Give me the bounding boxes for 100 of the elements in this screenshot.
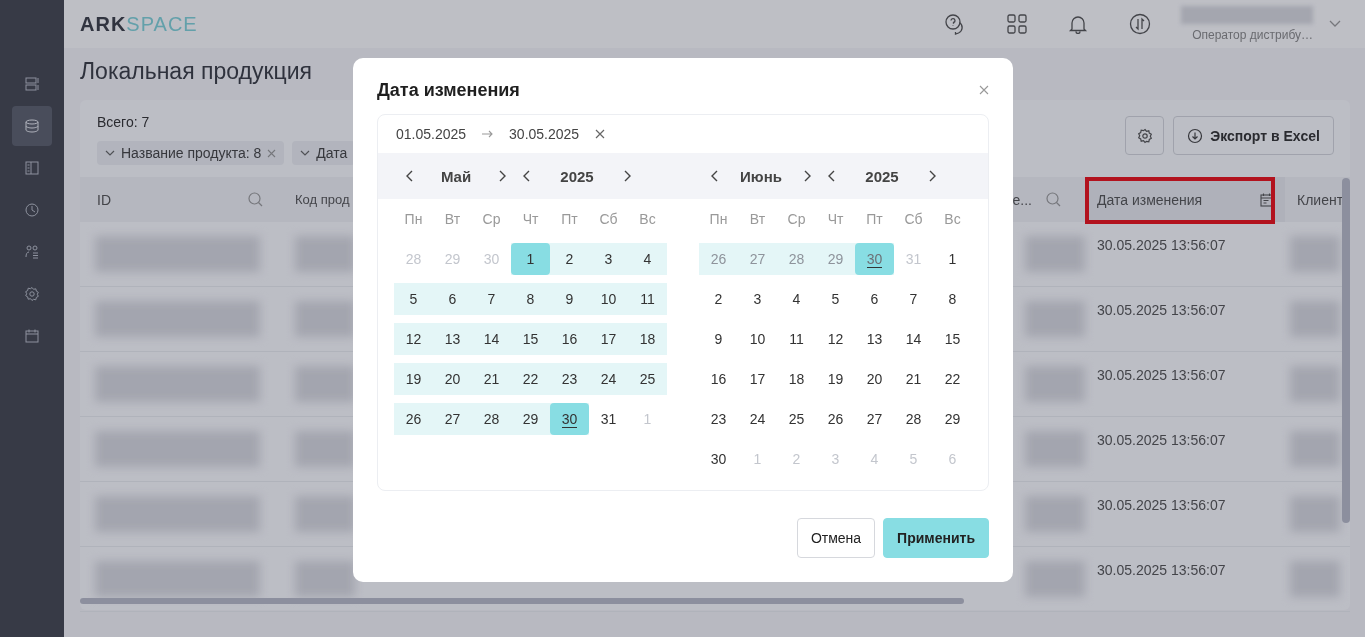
export-button[interactable]: Экспорт в Excel <box>1173 116 1334 155</box>
chevron-right-icon[interactable] <box>803 170 811 182</box>
chevron-left-icon[interactable] <box>406 170 414 182</box>
search-icon[interactable] <box>248 192 263 207</box>
sidebar-item[interactable] <box>12 106 52 146</box>
calendar-day[interactable]: 24 <box>589 363 628 395</box>
calendar-day[interactable]: 19 <box>816 363 855 395</box>
month-label[interactable]: Май <box>426 167 486 185</box>
calendar-day[interactable]: 5 <box>394 283 433 315</box>
horizontal-scrollbar[interactable] <box>80 598 964 604</box>
calendar-day[interactable]: 8 <box>933 283 972 315</box>
calendar-day[interactable]: 16 <box>550 323 589 355</box>
start-date-field[interactable]: 01.05.2025 <box>396 126 467 142</box>
calendar-icon[interactable] <box>1260 192 1273 207</box>
weekday-label: Пн <box>403 211 424 227</box>
calendar-day[interactable]: 19 <box>394 363 433 395</box>
calendar-day[interactable]: 25 <box>777 403 816 435</box>
year-label[interactable]: 2025 <box>852 167 912 185</box>
calendar-day[interactable]: 9 <box>699 323 738 355</box>
close-icon[interactable] <box>979 85 989 95</box>
swap-icon[interactable] <box>1129 13 1151 35</box>
filter-chip[interactable]: Название продукта: 8 <box>97 141 285 165</box>
calendar-day[interactable]: 12 <box>816 323 855 355</box>
calendar-day[interactable]: 28 <box>894 403 933 435</box>
calendar-day[interactable]: 6 <box>855 283 894 315</box>
calendar-day[interactable]: 27 <box>433 403 472 435</box>
chevron-left-icon[interactable] <box>828 170 836 182</box>
calendar-day[interactable]: 16 <box>699 363 738 395</box>
calendar-day[interactable]: 9 <box>550 283 589 315</box>
calendar-day[interactable]: 28 <box>472 403 511 435</box>
settings-button[interactable] <box>1125 116 1165 155</box>
calendar-day[interactable]: 18 <box>628 323 667 355</box>
calendar-day[interactable]: 22 <box>511 363 550 395</box>
chevron-right-icon[interactable] <box>928 170 936 182</box>
filter-chip[interactable]: Дата <box>292 141 356 165</box>
calendar-day[interactable]: 10 <box>589 283 628 315</box>
calendar-day[interactable]: 3 <box>738 283 777 315</box>
end-date-field[interactable]: 30.05.2025 <box>509 126 580 142</box>
calendar-day[interactable]: 17 <box>738 363 777 395</box>
calendar-day[interactable]: 11 <box>777 323 816 355</box>
calendar-day[interactable]: 2 <box>699 283 738 315</box>
calendar-day[interactable]: 27 <box>855 403 894 435</box>
chevron-left-icon[interactable] <box>711 170 719 182</box>
chevron-left-icon[interactable] <box>523 170 531 182</box>
calendar-day[interactable]: 21 <box>472 363 511 395</box>
calendar-day[interactable]: 7 <box>894 283 933 315</box>
calendar-day[interactable]: 15 <box>933 323 972 355</box>
calendar-day[interactable]: 10 <box>738 323 777 355</box>
calendar-day[interactable]: 18 <box>777 363 816 395</box>
calendar-day[interactable]: 12 <box>394 323 433 355</box>
calendar-day[interactable]: 11 <box>628 283 667 315</box>
calendar-day[interactable]: 31 <box>589 403 628 435</box>
calendar-day[interactable]: 13 <box>855 323 894 355</box>
calendar-day[interactable]: 24 <box>738 403 777 435</box>
calendar-day[interactable]: 20 <box>433 363 472 395</box>
calendar-day[interactable]: 23 <box>699 403 738 435</box>
calendar-day[interactable]: 15 <box>511 323 550 355</box>
calendar-day[interactable]: 23 <box>550 363 589 395</box>
calendar-day[interactable]: 4 <box>777 283 816 315</box>
calendar-day[interactable]: 3 <box>589 243 628 275</box>
calendar-day[interactable]: 30 <box>699 443 738 475</box>
calendar-day[interactable]: 6 <box>433 283 472 315</box>
bell-icon[interactable] <box>1068 14 1088 34</box>
chevron-right-icon[interactable] <box>623 170 631 182</box>
chevron-down-icon[interactable] <box>1329 20 1341 28</box>
help-chat-icon[interactable] <box>944 13 966 35</box>
gear-icon <box>24 286 40 302</box>
calendar-day[interactable]: 5 <box>816 283 855 315</box>
search-icon[interactable] <box>1046 192 1061 207</box>
year-label[interactable]: 2025 <box>547 167 607 185</box>
calendar-day[interactable]: 14 <box>472 323 511 355</box>
calendar-day[interactable]: 20 <box>855 363 894 395</box>
apps-icon[interactable] <box>1007 14 1027 34</box>
calendar-day[interactable]: 29 <box>933 403 972 435</box>
calendar-day[interactable]: 8 <box>511 283 550 315</box>
calendar-day[interactable]: 17 <box>589 323 628 355</box>
calendar-day[interactable]: 21 <box>894 363 933 395</box>
apply-button[interactable]: Применить <box>883 518 989 558</box>
calendar-day[interactable]: 25 <box>628 363 667 395</box>
chevron-right-icon[interactable] <box>498 170 506 182</box>
month-label[interactable]: Июнь <box>731 167 791 185</box>
calendar-day[interactable]: 26 <box>816 403 855 435</box>
calendar-day[interactable]: 22 <box>933 363 972 395</box>
calendar-day[interactable]: 13 <box>433 323 472 355</box>
calendar-day[interactable]: 2 <box>550 243 589 275</box>
weekday-label: Ср <box>786 211 807 227</box>
column-header: Дата изменения <box>1097 191 1203 208</box>
calendar-day[interactable]: 7 <box>472 283 511 315</box>
calendar-day[interactable]: 29 <box>511 403 550 435</box>
calendar-day[interactable]: 14 <box>894 323 933 355</box>
close-icon[interactable] <box>267 148 277 158</box>
clear-icon[interactable] <box>595 129 606 139</box>
calendar-day[interactable]: 4 <box>628 243 667 275</box>
blurred-text <box>295 496 355 532</box>
calendar-day[interactable]: 30 <box>550 403 589 435</box>
vertical-scrollbar[interactable] <box>1342 178 1350 523</box>
calendar-day[interactable]: 1 <box>511 243 550 275</box>
cancel-button[interactable]: Отмена <box>796 518 876 558</box>
calendar-day[interactable]: 1 <box>933 243 972 275</box>
calendar-day[interactable]: 26 <box>394 403 433 435</box>
